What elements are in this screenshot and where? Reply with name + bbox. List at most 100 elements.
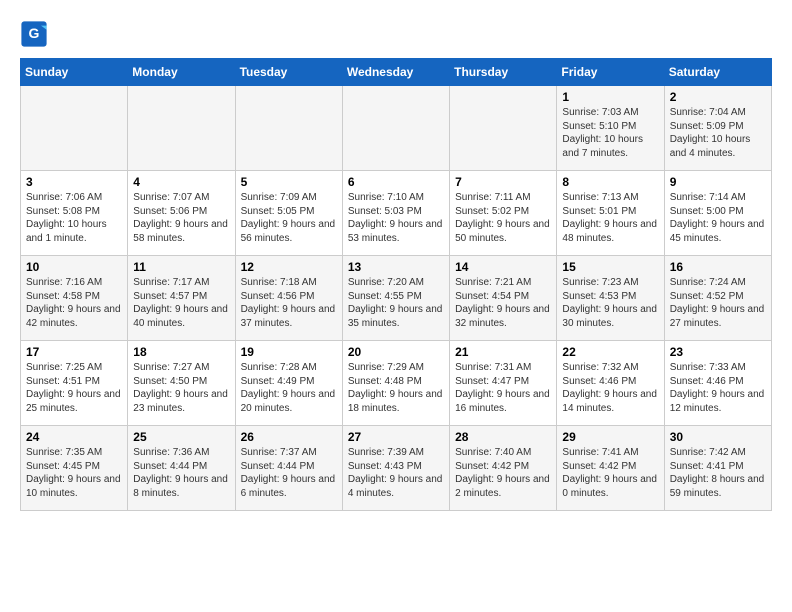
- day-number: 22: [562, 345, 658, 359]
- weekday-header-sunday: Sunday: [21, 59, 128, 86]
- day-number: 21: [455, 345, 551, 359]
- header: G: [20, 20, 772, 48]
- day-info: Sunrise: 7:16 AM Sunset: 4:58 PM Dayligh…: [26, 276, 122, 330]
- day-cell: 12 Sunrise: 7:18 AM Sunset: 4:56 PM Dayli…: [235, 256, 342, 341]
- day-info: Sunrise: 7:11 AM Sunset: 5:02 PM Dayligh…: [455, 191, 551, 245]
- day-cell: 29 Sunrise: 7:41 AM Sunset: 4:42 PM Dayli…: [557, 426, 664, 511]
- day-number: 12: [241, 260, 337, 274]
- day-cell: 13 Sunrise: 7:20 AM Sunset: 4:55 PM Dayli…: [342, 256, 449, 341]
- day-info: Sunrise: 7:25 AM Sunset: 4:51 PM Dayligh…: [26, 361, 122, 415]
- logo-icon: G: [20, 20, 48, 48]
- day-info: Sunrise: 7:35 AM Sunset: 4:45 PM Dayligh…: [26, 446, 122, 500]
- day-cell: 15 Sunrise: 7:23 AM Sunset: 4:53 PM Dayli…: [557, 256, 664, 341]
- day-number: 24: [26, 430, 122, 444]
- day-info: Sunrise: 7:17 AM Sunset: 4:57 PM Dayligh…: [133, 276, 229, 330]
- day-number: 27: [348, 430, 444, 444]
- day-number: 9: [670, 175, 766, 189]
- day-number: 5: [241, 175, 337, 189]
- week-row-1: 1 Sunrise: 7:03 AM Sunset: 5:10 PM Daylig…: [21, 86, 772, 171]
- day-number: 7: [455, 175, 551, 189]
- week-row-2: 3 Sunrise: 7:06 AM Sunset: 5:08 PM Daylig…: [21, 171, 772, 256]
- day-cell: 24 Sunrise: 7:35 AM Sunset: 4:45 PM Dayli…: [21, 426, 128, 511]
- day-info: Sunrise: 7:29 AM Sunset: 4:48 PM Dayligh…: [348, 361, 444, 415]
- day-cell: 19 Sunrise: 7:28 AM Sunset: 4:49 PM Dayli…: [235, 341, 342, 426]
- weekday-header-wednesday: Wednesday: [342, 59, 449, 86]
- day-cell: [450, 86, 557, 171]
- day-number: 1: [562, 90, 658, 104]
- day-info: Sunrise: 7:27 AM Sunset: 4:50 PM Dayligh…: [133, 361, 229, 415]
- weekday-header-friday: Friday: [557, 59, 664, 86]
- day-cell: 17Sunrise: 7:25 AM Sunset: 4:51 PM Dayli…: [21, 341, 128, 426]
- week-row-4: 17Sunrise: 7:25 AM Sunset: 4:51 PM Dayli…: [21, 341, 772, 426]
- day-number: 30: [670, 430, 766, 444]
- day-cell: 23Sunrise: 7:33 AM Sunset: 4:46 PM Dayli…: [664, 341, 771, 426]
- day-number: 2: [670, 90, 766, 104]
- day-info: Sunrise: 7:09 AM Sunset: 5:05 PM Dayligh…: [241, 191, 337, 245]
- day-cell: 26 Sunrise: 7:37 AM Sunset: 4:44 PM Dayli…: [235, 426, 342, 511]
- day-number: 18: [133, 345, 229, 359]
- day-number: 25: [133, 430, 229, 444]
- day-cell: 14Sunrise: 7:21 AM Sunset: 4:54 PM Dayli…: [450, 256, 557, 341]
- day-cell: 10 Sunrise: 7:16 AM Sunset: 4:58 PM Dayli…: [21, 256, 128, 341]
- day-cell: 2 Sunrise: 7:04 AM Sunset: 5:09 PM Daylig…: [664, 86, 771, 171]
- svg-text:G: G: [29, 25, 40, 41]
- day-info: Sunrise: 7:31 AM Sunset: 4:47 PM Dayligh…: [455, 361, 551, 415]
- day-info: Sunrise: 7:37 AM Sunset: 4:44 PM Dayligh…: [241, 446, 337, 500]
- calendar-table: SundayMondayTuesdayWednesdayThursdayFrid…: [20, 58, 772, 511]
- day-info: Sunrise: 7:07 AM Sunset: 5:06 PM Dayligh…: [133, 191, 229, 245]
- day-info: Sunrise: 7:41 AM Sunset: 4:42 PM Dayligh…: [562, 446, 658, 500]
- day-cell: [21, 86, 128, 171]
- day-cell: 6 Sunrise: 7:10 AM Sunset: 5:03 PM Daylig…: [342, 171, 449, 256]
- day-cell: [342, 86, 449, 171]
- day-cell: 30 Sunrise: 7:42 AM Sunset: 4:41 PM Dayli…: [664, 426, 771, 511]
- day-info: Sunrise: 7:21 AM Sunset: 4:54 PM Dayligh…: [455, 276, 551, 330]
- day-cell: 5 Sunrise: 7:09 AM Sunset: 5:05 PM Daylig…: [235, 171, 342, 256]
- day-number: 26: [241, 430, 337, 444]
- day-cell: 21 Sunrise: 7:31 AM Sunset: 4:47 PM Dayli…: [450, 341, 557, 426]
- day-cell: 22Sunrise: 7:32 AM Sunset: 4:46 PM Dayli…: [557, 341, 664, 426]
- day-cell: 1 Sunrise: 7:03 AM Sunset: 5:10 PM Daylig…: [557, 86, 664, 171]
- day-cell: [235, 86, 342, 171]
- weekday-header-saturday: Saturday: [664, 59, 771, 86]
- day-number: 4: [133, 175, 229, 189]
- day-info: Sunrise: 7:40 AM Sunset: 4:42 PM Dayligh…: [455, 446, 551, 500]
- day-info: Sunrise: 7:10 AM Sunset: 5:03 PM Dayligh…: [348, 191, 444, 245]
- day-number: 8: [562, 175, 658, 189]
- day-info: Sunrise: 7:18 AM Sunset: 4:56 PM Dayligh…: [241, 276, 337, 330]
- day-info: Sunrise: 7:42 AM Sunset: 4:41 PM Dayligh…: [670, 446, 766, 500]
- day-cell: 4 Sunrise: 7:07 AM Sunset: 5:06 PM Daylig…: [128, 171, 235, 256]
- day-cell: 16Sunrise: 7:24 AM Sunset: 4:52 PM Dayli…: [664, 256, 771, 341]
- day-cell: 9 Sunrise: 7:14 AM Sunset: 5:00 PM Daylig…: [664, 171, 771, 256]
- day-info: Sunrise: 7:04 AM Sunset: 5:09 PM Dayligh…: [670, 106, 766, 160]
- day-number: 23: [670, 345, 766, 359]
- day-info: Sunrise: 7:20 AM Sunset: 4:55 PM Dayligh…: [348, 276, 444, 330]
- day-number: 13: [348, 260, 444, 274]
- weekday-header-thursday: Thursday: [450, 59, 557, 86]
- day-number: 6: [348, 175, 444, 189]
- day-info: Sunrise: 7:24 AM Sunset: 4:52 PM Dayligh…: [670, 276, 766, 330]
- day-number: 10: [26, 260, 122, 274]
- day-number: 11: [133, 260, 229, 274]
- day-number: 3: [26, 175, 122, 189]
- day-number: 15: [562, 260, 658, 274]
- day-info: Sunrise: 7:14 AM Sunset: 5:00 PM Dayligh…: [670, 191, 766, 245]
- day-cell: 20Sunrise: 7:29 AM Sunset: 4:48 PM Dayli…: [342, 341, 449, 426]
- day-cell: 7 Sunrise: 7:11 AM Sunset: 5:02 PM Daylig…: [450, 171, 557, 256]
- day-number: 19: [241, 345, 337, 359]
- day-info: Sunrise: 7:23 AM Sunset: 4:53 PM Dayligh…: [562, 276, 658, 330]
- day-info: Sunrise: 7:39 AM Sunset: 4:43 PM Dayligh…: [348, 446, 444, 500]
- weekday-header-monday: Monday: [128, 59, 235, 86]
- weekday-header-row: SundayMondayTuesdayWednesdayThursdayFrid…: [21, 59, 772, 86]
- day-info: Sunrise: 7:03 AM Sunset: 5:10 PM Dayligh…: [562, 106, 658, 160]
- day-number: 29: [562, 430, 658, 444]
- weekday-header-tuesday: Tuesday: [235, 59, 342, 86]
- day-cell: 8 Sunrise: 7:13 AM Sunset: 5:01 PM Daylig…: [557, 171, 664, 256]
- logo: G: [20, 20, 52, 48]
- day-cell: 25 Sunrise: 7:36 AM Sunset: 4:44 PM Dayli…: [128, 426, 235, 511]
- day-info: Sunrise: 7:06 AM Sunset: 5:08 PM Dayligh…: [26, 191, 122, 245]
- day-cell: 11 Sunrise: 7:17 AM Sunset: 4:57 PM Dayli…: [128, 256, 235, 341]
- day-info: Sunrise: 7:36 AM Sunset: 4:44 PM Dayligh…: [133, 446, 229, 500]
- day-info: Sunrise: 7:28 AM Sunset: 4:49 PM Dayligh…: [241, 361, 337, 415]
- day-info: Sunrise: 7:13 AM Sunset: 5:01 PM Dayligh…: [562, 191, 658, 245]
- day-cell: 3 Sunrise: 7:06 AM Sunset: 5:08 PM Daylig…: [21, 171, 128, 256]
